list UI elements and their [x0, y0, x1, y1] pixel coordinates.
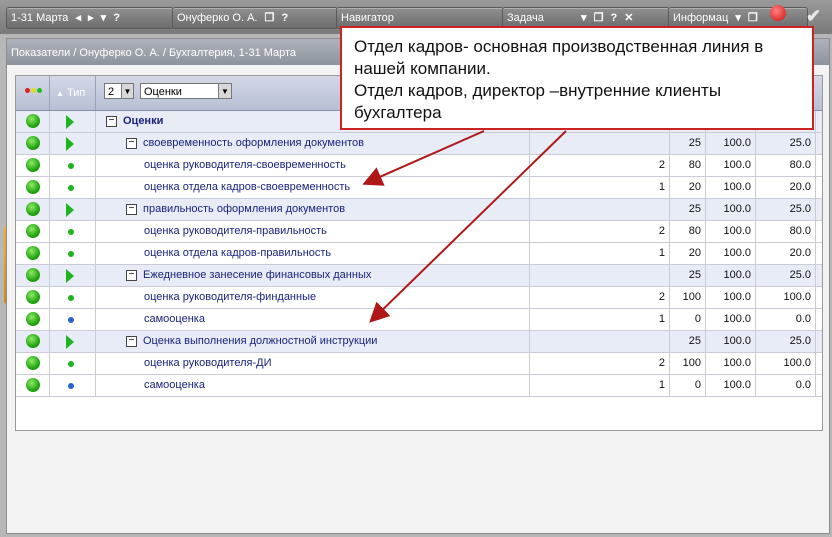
arrow-to-self-assessment [369, 130, 567, 323]
annotation-arrows [362, 130, 567, 323]
arrow-to-hr-timeliness [362, 130, 485, 186]
